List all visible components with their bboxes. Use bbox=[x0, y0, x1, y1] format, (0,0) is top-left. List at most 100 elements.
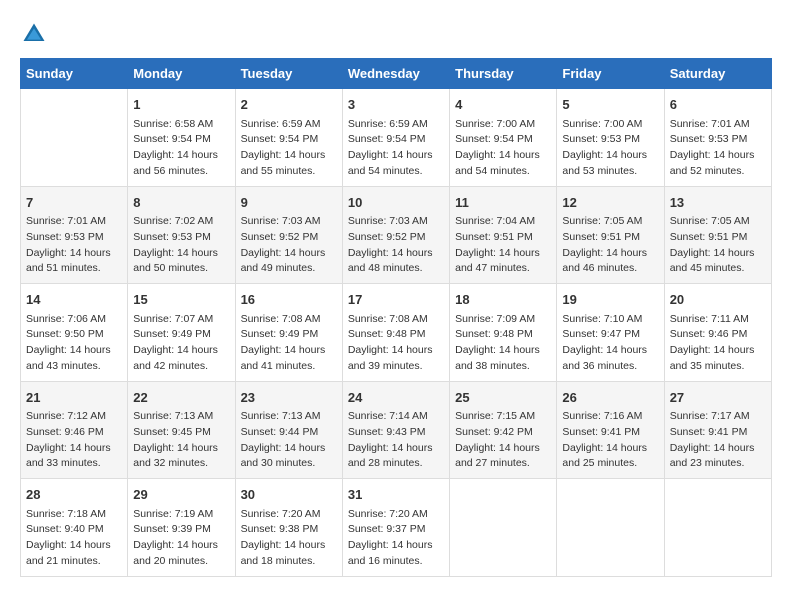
cell-line: Sunset: 9:44 PM bbox=[241, 425, 337, 441]
cell-line: Sunset: 9:51 PM bbox=[455, 230, 551, 246]
cell-line: Sunrise: 7:00 AM bbox=[562, 117, 658, 133]
calendar-cell: 24Sunrise: 7:14 AMSunset: 9:43 PMDayligh… bbox=[342, 381, 449, 479]
calendar-cell: 5Sunrise: 7:00 AMSunset: 9:53 PMDaylight… bbox=[557, 89, 664, 187]
header bbox=[20, 20, 772, 48]
cell-line: Daylight: 14 hours bbox=[26, 538, 122, 554]
cell-line: Sunrise: 7:19 AM bbox=[133, 507, 229, 523]
calendar-cell bbox=[664, 479, 771, 577]
cell-line: Daylight: 14 hours bbox=[455, 246, 551, 262]
cell-line: and 52 minutes. bbox=[670, 164, 766, 180]
cell-line: Daylight: 14 hours bbox=[348, 538, 444, 554]
calendar-cell: 4Sunrise: 7:00 AMSunset: 9:54 PMDaylight… bbox=[450, 89, 557, 187]
calendar-cell: 14Sunrise: 7:06 AMSunset: 9:50 PMDayligh… bbox=[21, 284, 128, 382]
cell-line: Sunrise: 7:01 AM bbox=[26, 214, 122, 230]
cell-line: and 50 minutes. bbox=[133, 261, 229, 277]
day-header-monday: Monday bbox=[128, 59, 235, 89]
cell-line: and 21 minutes. bbox=[26, 554, 122, 570]
cell-line: Sunset: 9:53 PM bbox=[26, 230, 122, 246]
cell-line: Daylight: 14 hours bbox=[133, 148, 229, 164]
cell-line: and 46 minutes. bbox=[562, 261, 658, 277]
calendar-cell: 25Sunrise: 7:15 AMSunset: 9:42 PMDayligh… bbox=[450, 381, 557, 479]
cell-line: Daylight: 14 hours bbox=[241, 441, 337, 457]
cell-line: Sunrise: 7:04 AM bbox=[455, 214, 551, 230]
calendar-cell: 21Sunrise: 7:12 AMSunset: 9:46 PMDayligh… bbox=[21, 381, 128, 479]
cell-line: Sunset: 9:53 PM bbox=[670, 132, 766, 148]
day-number: 11 bbox=[455, 193, 551, 213]
calendar-cell bbox=[21, 89, 128, 187]
cell-line: Daylight: 14 hours bbox=[455, 441, 551, 457]
day-number: 28 bbox=[26, 485, 122, 505]
calendar-cell: 26Sunrise: 7:16 AMSunset: 9:41 PMDayligh… bbox=[557, 381, 664, 479]
cell-line: Sunrise: 7:01 AM bbox=[670, 117, 766, 133]
cell-line: and 28 minutes. bbox=[348, 456, 444, 472]
cell-line: Sunset: 9:41 PM bbox=[670, 425, 766, 441]
day-number: 21 bbox=[26, 388, 122, 408]
cell-line: Sunrise: 7:13 AM bbox=[241, 409, 337, 425]
cell-line: Sunset: 9:54 PM bbox=[348, 132, 444, 148]
calendar-week-3: 14Sunrise: 7:06 AMSunset: 9:50 PMDayligh… bbox=[21, 284, 772, 382]
cell-line: Sunrise: 7:12 AM bbox=[26, 409, 122, 425]
calendar-cell: 19Sunrise: 7:10 AMSunset: 9:47 PMDayligh… bbox=[557, 284, 664, 382]
cell-line: Sunrise: 6:59 AM bbox=[241, 117, 337, 133]
cell-line: Sunset: 9:50 PM bbox=[26, 327, 122, 343]
cell-line: Daylight: 14 hours bbox=[133, 538, 229, 554]
cell-line: Sunrise: 7:05 AM bbox=[670, 214, 766, 230]
cell-line: Daylight: 14 hours bbox=[670, 148, 766, 164]
day-number: 8 bbox=[133, 193, 229, 213]
cell-line: Daylight: 14 hours bbox=[348, 246, 444, 262]
cell-line: Sunrise: 7:10 AM bbox=[562, 312, 658, 328]
day-number: 24 bbox=[348, 388, 444, 408]
cell-line: Sunset: 9:54 PM bbox=[133, 132, 229, 148]
cell-line: and 16 minutes. bbox=[348, 554, 444, 570]
cell-line: Sunset: 9:38 PM bbox=[241, 522, 337, 538]
cell-line: and 38 minutes. bbox=[455, 359, 551, 375]
calendar-cell: 7Sunrise: 7:01 AMSunset: 9:53 PMDaylight… bbox=[21, 186, 128, 284]
cell-line: Daylight: 14 hours bbox=[26, 343, 122, 359]
cell-line: and 42 minutes. bbox=[133, 359, 229, 375]
cell-line: and 51 minutes. bbox=[26, 261, 122, 277]
cell-line: Sunrise: 7:17 AM bbox=[670, 409, 766, 425]
day-number: 29 bbox=[133, 485, 229, 505]
cell-line: Daylight: 14 hours bbox=[348, 441, 444, 457]
calendar-cell: 8Sunrise: 7:02 AMSunset: 9:53 PMDaylight… bbox=[128, 186, 235, 284]
cell-line: Sunrise: 7:06 AM bbox=[26, 312, 122, 328]
day-number: 3 bbox=[348, 95, 444, 115]
cell-line: Daylight: 14 hours bbox=[241, 148, 337, 164]
cell-line: and 56 minutes. bbox=[133, 164, 229, 180]
calendar-cell: 29 Sunrise: 7:19 AMSunset: 9:39 PMDayligh… bbox=[128, 479, 235, 577]
calendar-cell: 15Sunrise: 7:07 AMSunset: 9:49 PMDayligh… bbox=[128, 284, 235, 382]
day-number: 9 bbox=[241, 193, 337, 213]
cell-line: Sunrise: 7:20 AM bbox=[241, 507, 337, 523]
day-number: 5 bbox=[562, 95, 658, 115]
cell-line: Sunrise: 7:03 AM bbox=[241, 214, 337, 230]
cell-line: and 55 minutes. bbox=[241, 164, 337, 180]
day-number: 2 bbox=[241, 95, 337, 115]
cell-line: Daylight: 14 hours bbox=[562, 343, 658, 359]
cell-line: Sunset: 9:41 PM bbox=[562, 425, 658, 441]
calendar-cell: 23Sunrise: 7:13 AMSunset: 9:44 PMDayligh… bbox=[235, 381, 342, 479]
logo-icon bbox=[20, 20, 48, 48]
day-header-saturday: Saturday bbox=[664, 59, 771, 89]
cell-line: Sunset: 9:37 PM bbox=[348, 522, 444, 538]
cell-line: Sunrise: 7:08 AM bbox=[348, 312, 444, 328]
cell-line: Sunset: 9:39 PM bbox=[133, 522, 229, 538]
cell-line: Daylight: 14 hours bbox=[670, 343, 766, 359]
cell-line: Daylight: 14 hours bbox=[133, 343, 229, 359]
cell-line: Sunrise: 7:16 AM bbox=[562, 409, 658, 425]
cell-line: and 41 minutes. bbox=[241, 359, 337, 375]
cell-line: Sunrise: 7:13 AM bbox=[133, 409, 229, 425]
calendar-cell: 22Sunrise: 7:13 AMSunset: 9:45 PMDayligh… bbox=[128, 381, 235, 479]
day-number: 13 bbox=[670, 193, 766, 213]
day-header-wednesday: Wednesday bbox=[342, 59, 449, 89]
cell-line: Sunset: 9:47 PM bbox=[562, 327, 658, 343]
cell-line: Sunrise: 7:20 AM bbox=[348, 507, 444, 523]
cell-line: and 48 minutes. bbox=[348, 261, 444, 277]
cell-line: and 54 minutes. bbox=[455, 164, 551, 180]
cell-line: Sunset: 9:51 PM bbox=[562, 230, 658, 246]
day-number: 12 bbox=[562, 193, 658, 213]
cell-line: Sunset: 9:52 PM bbox=[241, 230, 337, 246]
cell-line: Daylight: 14 hours bbox=[670, 246, 766, 262]
day-number: 22 bbox=[133, 388, 229, 408]
cell-line: Daylight: 14 hours bbox=[348, 343, 444, 359]
cell-line: and 47 minutes. bbox=[455, 261, 551, 277]
